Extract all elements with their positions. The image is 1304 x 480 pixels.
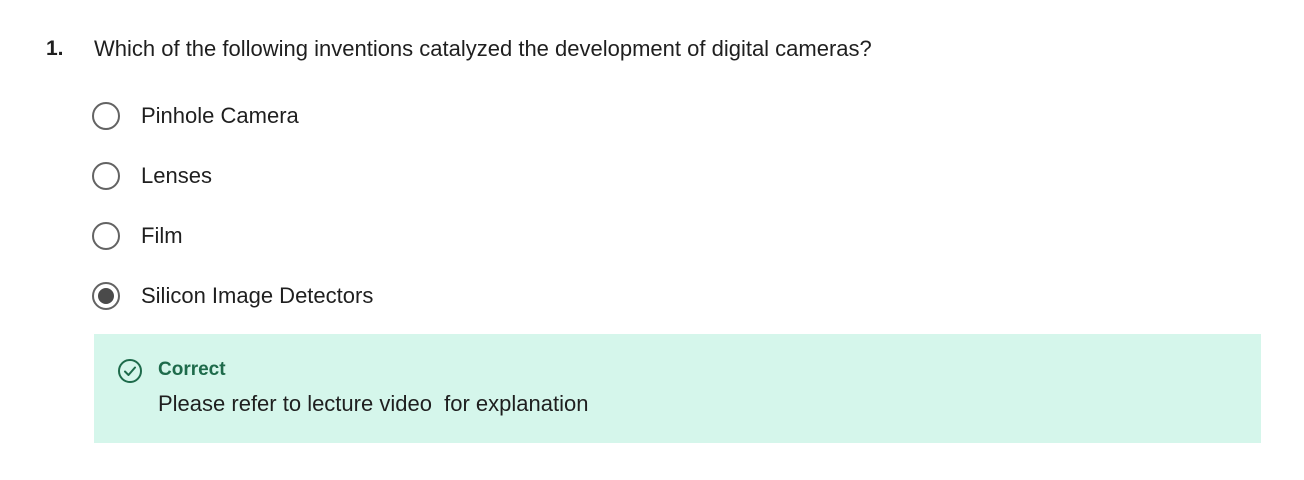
radio-selected-dot bbox=[98, 288, 114, 304]
option-film[interactable]: Film bbox=[92, 219, 183, 253]
feedback-panel: Correct Please refer to lecture video fo… bbox=[94, 334, 1261, 443]
option-silicon-image-detectors[interactable]: Silicon Image Detectors bbox=[92, 279, 373, 313]
question-number: 1. bbox=[46, 37, 64, 60]
option-label: Silicon Image Detectors bbox=[141, 283, 374, 308]
check-circle-icon bbox=[118, 359, 142, 383]
feedback-status: Correct bbox=[158, 359, 226, 380]
radio-button-selected[interactable] bbox=[92, 282, 120, 310]
option-label: Lenses bbox=[141, 163, 212, 188]
radio-button[interactable] bbox=[92, 162, 120, 190]
option-pinhole-camera[interactable]: Pinhole Camera bbox=[92, 99, 299, 133]
option-label: Film bbox=[141, 223, 183, 248]
radio-button[interactable] bbox=[92, 102, 120, 130]
question-prompt: Which of the following inventions cataly… bbox=[94, 36, 872, 61]
feedback-message: Please refer to lecture video for explan… bbox=[158, 391, 589, 416]
option-label: Pinhole Camera bbox=[141, 103, 299, 128]
option-lenses[interactable]: Lenses bbox=[92, 159, 212, 193]
radio-button[interactable] bbox=[92, 222, 120, 250]
quiz-question: 1. Which of the following inventions cat… bbox=[0, 0, 1304, 480]
